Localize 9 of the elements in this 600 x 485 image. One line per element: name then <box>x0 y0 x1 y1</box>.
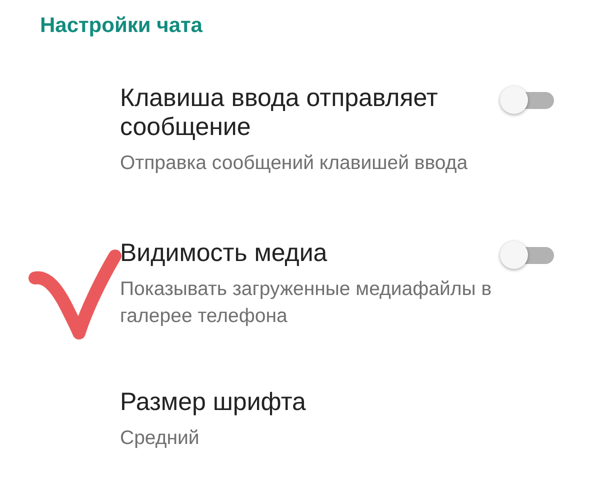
toggle-switch[interactable] <box>500 84 554 114</box>
setting-subtitle: Показывать загруженные медиафайлы в галерее телефона <box>120 277 493 329</box>
setting-subtitle: Отправка сообщений клавишей ввода <box>120 151 469 176</box>
setting-subtitle: Средний <box>120 426 200 451</box>
setting-title[interactable]: Клавиша ввода отправляет сообщение <box>120 84 495 142</box>
section-title: Настройки чата <box>39 13 204 39</box>
setting-title[interactable]: Размер шрифта <box>120 388 495 417</box>
toggle-switch[interactable] <box>500 239 554 269</box>
setting-title[interactable]: Видимость медиа <box>120 239 495 268</box>
